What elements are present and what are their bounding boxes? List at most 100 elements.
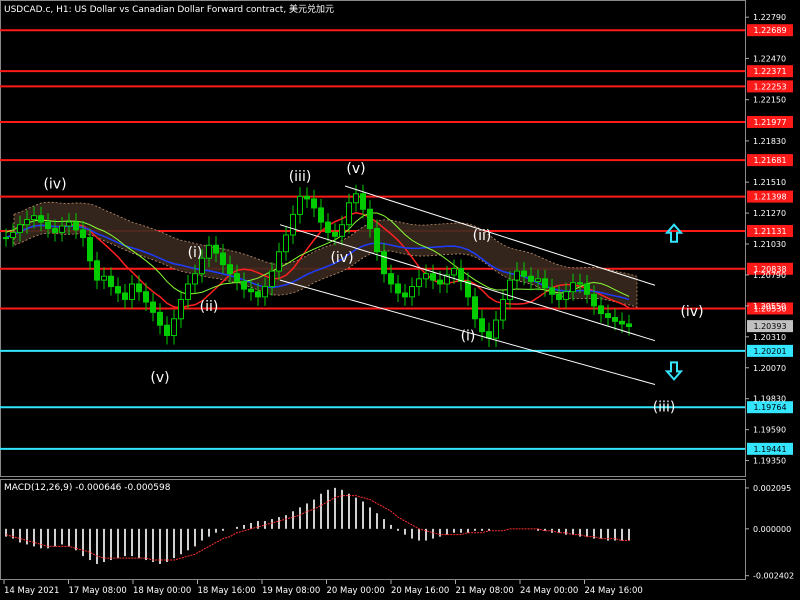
wave-label: (iii): [653, 400, 676, 416]
current-price-label: 1.20393: [753, 322, 786, 331]
x-tick-label: 21 May 08:00: [456, 586, 514, 596]
level-price-label: 1.22689: [753, 26, 786, 35]
x-tick-label: 19 May 08:00: [262, 586, 320, 596]
wave-label: (i): [461, 329, 476, 345]
candle-body: [157, 311, 163, 326]
x-tick-label: 18 May 16:00: [198, 586, 256, 596]
level-price-label: 1.20201: [753, 347, 786, 356]
level-price-label: 1.21681: [753, 156, 786, 165]
y-tick-label: 1.21830: [753, 137, 786, 146]
chart-title: USDCAD.c, H1: US Dollar vs Canadian Doll…: [4, 3, 334, 15]
candle-body: [514, 270, 520, 281]
macd-y-tick-label: 0.000000: [753, 525, 791, 534]
candle-body: [80, 229, 86, 239]
candle-body: [367, 208, 373, 230]
candle-body: [528, 275, 534, 282]
candle-body: [493, 319, 499, 339]
candle-body: [248, 288, 254, 293]
candle-body: [178, 298, 184, 320]
level-price-label: 1.22253: [753, 82, 786, 91]
candle-body: [409, 286, 415, 298]
candle-body: [164, 324, 170, 337]
candle-body: [122, 292, 128, 300]
cloud-band: [13, 201, 638, 308]
candle-body: [318, 207, 324, 223]
candle-body: [276, 251, 282, 272]
y-tick-label: 1.19590: [753, 426, 786, 435]
wave-label: (i): [188, 245, 203, 261]
candle-body: [59, 225, 65, 233]
candle-body: [206, 244, 212, 259]
candle-body: [430, 273, 436, 281]
y-tick-label: 1.19350: [753, 457, 786, 466]
candle-body: [626, 323, 632, 328]
candle-body: [66, 221, 72, 227]
candle-body: [556, 293, 562, 300]
candle-body: [542, 278, 548, 289]
candle-body: [31, 215, 37, 221]
candle-body: [584, 283, 590, 295]
candle-body: [255, 291, 261, 298]
candle-body: [416, 278, 422, 288]
wave-label: (iv): [330, 250, 353, 266]
macd-label: MACD(12,26,9) -0.000646 -0.000598: [4, 483, 171, 493]
candle-body: [262, 286, 268, 298]
candle-body: [402, 292, 408, 298]
candle-body: [388, 273, 394, 285]
candle-body: [52, 228, 58, 233]
candle-body: [94, 260, 100, 281]
candle-body: [234, 273, 240, 282]
candle-body: [458, 268, 464, 282]
candle-body: [437, 279, 443, 285]
level-price-label: 1.19441: [753, 445, 786, 454]
candle-body: [108, 275, 114, 288]
x-tick-label: 18 May 00:00: [133, 586, 191, 596]
y-tick-label: 1.21510: [753, 178, 786, 187]
level-price-label: 1.21131: [753, 227, 786, 236]
y-tick-label: 1.22150: [753, 96, 786, 105]
candle-body: [521, 270, 527, 277]
candle-body: [605, 313, 611, 318]
candle-body: [129, 283, 135, 300]
candle-body: [374, 228, 380, 253]
y-tick-label: 1.22470: [753, 54, 786, 63]
candle-body: [283, 234, 289, 253]
candle-body: [185, 283, 191, 300]
level-price-label: 1.21977: [753, 118, 786, 127]
candle-body: [360, 193, 366, 210]
candle-body: [304, 195, 310, 200]
x-tick-label: 14 May 2021: [4, 586, 59, 596]
y-tick-label: 1.20070: [753, 364, 786, 373]
candle-body: [591, 293, 597, 307]
level-price-label: 1.22371: [753, 67, 786, 76]
chart-canvas[interactable]: 1.22689 1.22371 1.22253 1.21977 1.21681 1.213…: [0, 0, 800, 600]
y-tick-label: 1.20790: [753, 271, 786, 280]
candle-body: [171, 318, 177, 337]
time-axis: 14 May 2021 17 May 08:00 18 May 00:00 18 Ma…: [3, 580, 643, 596]
candle-body: [269, 270, 275, 288]
candle-body: [3, 237, 9, 240]
candle-body: [563, 291, 569, 300]
level-price-label: 1.19764: [753, 403, 786, 412]
candle-body: [451, 268, 457, 276]
candle-body: [213, 244, 219, 254]
wave-label: (ii): [473, 228, 492, 244]
candle-body: [570, 282, 576, 293]
candle-body: [143, 291, 149, 303]
candle-body: [619, 320, 625, 325]
candle-body: [535, 278, 541, 282]
candle-body: [136, 283, 142, 293]
candle-body: [192, 273, 198, 285]
macd-signal-line: [5, 495, 629, 561]
candle-body: [241, 280, 247, 290]
candle-body: [423, 273, 429, 280]
y-tick-label: 1.20310: [753, 333, 786, 342]
x-tick-label: 20 May 00:00: [327, 586, 385, 596]
x-tick-label: 24 May 00:00: [520, 586, 578, 596]
arrow-up-icon: [664, 223, 684, 243]
candle-body: [339, 224, 345, 237]
candle-body: [395, 283, 401, 294]
arrow-down-icon: [664, 361, 684, 381]
wave-label: (ii): [200, 299, 219, 315]
candle-body: [38, 215, 44, 223]
